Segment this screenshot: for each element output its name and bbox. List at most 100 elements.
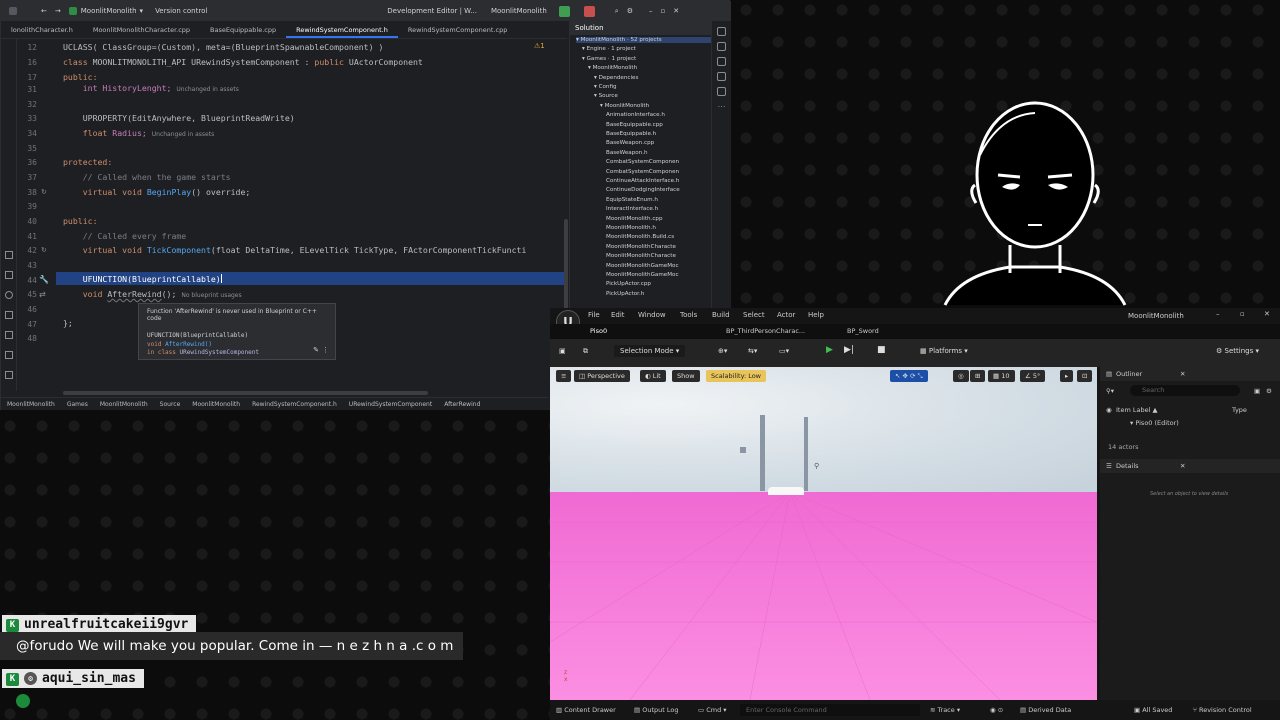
lit-button[interactable]: ◐ Lit (640, 370, 666, 382)
solution-tree-item[interactable]: InteractInterface.h (606, 206, 711, 212)
column-item-label[interactable]: Item Label ▲ (1116, 406, 1157, 414)
solution-tree-item[interactable]: MoonlitMonolithCharacte (606, 244, 711, 250)
menu-edit[interactable]: Edit (611, 311, 625, 319)
solution-tree-item[interactable]: MoonlitMonolithCharacte (606, 253, 711, 259)
usage-hint[interactable]: Unchanged in assets (152, 131, 214, 138)
tab-level[interactable]: Piso0 (590, 327, 607, 335)
bookmarks-icon[interactable] (5, 271, 13, 279)
solution-tree-item[interactable]: MoonlitMonolith.Build.cs (606, 234, 711, 240)
visibility-icon[interactable]: ◉ (1106, 406, 1112, 414)
services-icon[interactable] (5, 331, 13, 339)
platforms-menu[interactable]: ▦ Platforms ▾ (920, 347, 968, 355)
edit-icon[interactable]: ✎ (313, 346, 319, 354)
scalability-badge[interactable]: Scalability: Low (706, 370, 766, 382)
solution-tree-item[interactable]: MoonlitMonolithGameMoc (606, 263, 711, 269)
solution-tree-item[interactable]: ▾ Games · 1 project (582, 56, 711, 62)
git-icon[interactable] (5, 351, 13, 359)
trace-menu[interactable]: ≋ Trace ▾ (930, 706, 960, 714)
close-icon[interactable]: ✕ (1180, 462, 1185, 470)
tab-3[interactable]: RewindSystemComponent.h (286, 21, 398, 38)
outliner-row[interactable]: ▾ Piso0 (Editor) (1130, 419, 1179, 427)
maximize-icon[interactable]: ▫ (660, 7, 665, 15)
blueprint-icon[interactable]: ⇄ (39, 290, 46, 299)
blueprint-icon[interactable]: ⇆▾ (748, 347, 757, 355)
source-control-icon[interactable]: ⧉ (583, 347, 588, 356)
column-type[interactable]: Type (1232, 406, 1247, 414)
add-folder-icon[interactable]: ▣ (1254, 387, 1260, 395)
debug-icon[interactable] (583, 5, 595, 17)
breadcrumb-item[interactable]: AfterRewind (444, 401, 480, 408)
unreal-icon[interactable] (717, 42, 726, 51)
minimize-icon[interactable]: – (649, 7, 653, 15)
todo-icon[interactable] (5, 371, 13, 379)
menu-help[interactable]: Help (808, 311, 824, 319)
structure-icon[interactable] (5, 251, 13, 259)
breadcrumb-item[interactable]: Games (67, 401, 88, 408)
solution-tree-item[interactable]: BaseEquippable.cpp (606, 122, 711, 128)
solution-tree-item[interactable]: BaseEquippable.h (606, 131, 711, 137)
bell-icon[interactable] (717, 87, 726, 96)
menu-build[interactable]: Build (712, 311, 730, 319)
breadcrumb-item[interactable]: RewindSystemComponent.h (252, 401, 337, 408)
output-log-button[interactable]: ▤ Output Log (634, 706, 678, 714)
forward-icon[interactable]: → (55, 7, 61, 15)
maximize-viewport-icon[interactable]: ⊡ (1077, 370, 1093, 382)
solution-tree-item[interactable]: ▾ Config (594, 84, 711, 90)
notifications-icon[interactable] (717, 27, 726, 36)
menu-tools[interactable]: Tools (680, 311, 697, 319)
cube[interactable] (740, 447, 746, 453)
camera-speed-icon[interactable]: ▸ (1060, 370, 1074, 382)
config-selector[interactable]: Development Editor | W... (387, 7, 477, 15)
settings-icon[interactable]: ⚙ (1266, 387, 1272, 395)
back-icon[interactable]: ← (41, 7, 47, 15)
breadcrumb-item[interactable]: MoonlitMonolith (7, 401, 55, 408)
ai-icon[interactable] (717, 72, 726, 81)
minimize-icon[interactable]: – (1216, 310, 1220, 318)
world-local-icon[interactable]: ◎ (953, 370, 969, 382)
database-icon[interactable] (717, 57, 726, 66)
solution-tree-item[interactable]: AnimationInterface.h (606, 112, 711, 118)
close-icon[interactable]: ✕ (1264, 310, 1270, 318)
solution-tree-item[interactable]: ▾ Source (594, 93, 711, 99)
project-selector[interactable]: MoonlitMonolith (81, 7, 137, 15)
maximize-icon[interactable]: ▫ (1240, 310, 1245, 318)
add-actor-icon[interactable]: ⊕▾ (718, 347, 727, 355)
search-icon[interactable]: ⌕ (615, 7, 619, 16)
run-icon[interactable] (558, 5, 570, 17)
vcs-menu[interactable]: Version control (155, 7, 207, 15)
level-viewport[interactable]: ⚲ ≡ ◫ Perspective ◐ Lit Show Scalability… (550, 367, 1097, 700)
save-status[interactable]: ▣ All Saved (1134, 706, 1172, 714)
play-icon[interactable]: ▶ (826, 345, 833, 355)
grid-snap-button[interactable]: ▦ 10 (988, 370, 1015, 382)
solution-tree-item[interactable]: MoonlitMonolith.h (606, 225, 711, 231)
override-icon[interactable]: ↻ (41, 188, 47, 196)
show-button[interactable]: Show (672, 370, 700, 382)
tab-2[interactable]: BaseEquippable.cpp (200, 21, 286, 38)
settings-icon[interactable]: ⚙ (627, 7, 633, 15)
console-input[interactable]: Enter Console Command (740, 704, 920, 716)
rotation-snap-button[interactable]: ∠ 5° (1020, 370, 1046, 382)
breadcrumb-item[interactable]: MoonlitMonolith (192, 401, 240, 408)
solution-tree-item[interactable]: ContinueDodgingInterface (606, 187, 711, 193)
revision-control-button[interactable]: ⑂ Revision Control (1193, 706, 1252, 714)
selection-mode-dropdown[interactable]: Selection Mode ▾ (614, 345, 686, 357)
tab-4[interactable]: RewindSystemComponent.cpp (398, 21, 517, 38)
viewport-options-icon[interactable]: ≡ (556, 370, 572, 382)
surface-snap-icon[interactable]: ⊞ (970, 370, 986, 382)
menu-actor[interactable]: Actor (777, 311, 795, 319)
breadcrumb-item[interactable]: Source (160, 401, 181, 408)
recording-icon[interactable]: ◉ ⊙ (990, 706, 1003, 714)
close-icon[interactable]: ✕ (673, 7, 679, 15)
usage-hint[interactable]: No blueprint usages (181, 292, 241, 299)
solution-tree-item[interactable]: CombatSystemComponen (606, 169, 711, 175)
tab-0[interactable]: lonolithCharacter.h (1, 21, 83, 38)
menu-window[interactable]: Window (638, 311, 666, 319)
filter-icon[interactable]: ⚲▾ (1106, 387, 1114, 395)
tab-1[interactable]: MoonlitMonolithCharacter.cpp (83, 21, 200, 38)
solution-tree-item[interactable]: BaseWeapon.cpp (606, 140, 711, 146)
terminal-icon[interactable] (5, 311, 13, 319)
derived-data-button[interactable]: ▤ Derived Data (1020, 706, 1071, 714)
solution-tree-item[interactable]: PickUpActor.cpp (606, 281, 711, 287)
tab-blueprint-character[interactable]: BP_ThirdPersonCharac... (726, 327, 805, 335)
breadcrumb-item[interactable]: URewindSystemComponent (349, 401, 432, 408)
